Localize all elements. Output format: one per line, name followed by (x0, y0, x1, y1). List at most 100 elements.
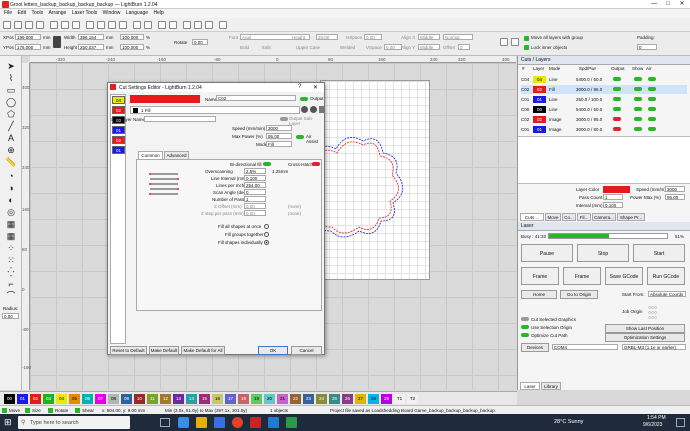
palette-color[interactable]: 15 (199, 394, 210, 404)
speed-input[interactable]: 3000 (266, 125, 292, 131)
air-toggle[interactable] (648, 77, 656, 81)
clock-time[interactable]: 1:54 PM (647, 415, 666, 421)
cancel-button[interactable]: Cancel (291, 346, 322, 355)
boolean-union-icon[interactable]: ◔ (5, 170, 17, 182)
windows-start-icon[interactable]: ⊞ (4, 417, 14, 427)
radius-input[interactable]: 0.00 (2, 313, 19, 319)
cut-icon[interactable] (50, 21, 58, 29)
save-gcode-button[interactable]: Save GCode (605, 267, 643, 285)
tab-common[interactable]: Common (138, 151, 163, 159)
padding-input[interactable]: 0 (637, 44, 657, 50)
output-toggle[interactable] (613, 127, 621, 131)
teams-icon[interactable] (268, 417, 279, 428)
measure-tool-icon[interactable]: 📏 (5, 156, 17, 168)
lockinner-check[interactable] (524, 45, 529, 50)
store-icon[interactable] (214, 417, 225, 428)
snap-icon[interactable] (511, 38, 519, 46)
clock-date[interactable]: 9/6/2023 (643, 422, 662, 428)
scale-x-input[interactable]: 100.000 (120, 34, 144, 40)
text-tool-icon[interactable]: A (5, 132, 17, 144)
maximize-button[interactable]: □ (662, 0, 674, 9)
sublayer-list[interactable]: 1 Fill (130, 106, 300, 114)
show-toggle[interactable] (634, 107, 642, 111)
palette-color[interactable]: 18 (238, 394, 249, 404)
frame-button[interactable]: Frame (521, 267, 559, 285)
taskbar-search-box[interactable]: ⚲ Type here to search (18, 416, 130, 429)
run-gcode-button[interactable]: Run GCode (647, 267, 685, 285)
cut-mode[interactable]: Line (549, 105, 558, 114)
remove-sublayer-icon[interactable] (310, 106, 317, 113)
upper-case-toggle[interactable]: Upper Case (296, 45, 320, 50)
palette-color[interactable]: 23 (303, 394, 314, 404)
port-select[interactable]: COM4 (552, 344, 618, 350)
circular-array-icon[interactable]: ⁘ (5, 242, 17, 254)
cut-mode[interactable]: Image (549, 115, 562, 124)
optimize-path-toggle[interactable] (521, 333, 529, 337)
rotate-check[interactable] (48, 408, 53, 413)
dialog-layer-item[interactable]: 02 (112, 106, 125, 114)
edge-icon[interactable] (178, 417, 189, 428)
palette-color[interactable]: 16 (212, 394, 223, 404)
menu-laser-tools[interactable]: Laser Tools (72, 9, 97, 18)
make-default-all-button[interactable]: Make Default for All (181, 346, 225, 355)
layer-swatch[interactable]: 00 (533, 106, 546, 113)
palette-color[interactable]: 08 (108, 394, 119, 404)
passes-input[interactable]: 1 (244, 196, 266, 202)
flip-icon[interactable] (194, 21, 202, 29)
array-icon[interactable]: ▦ (5, 218, 17, 230)
tab-shape-properties[interactable]: Shape Pr... (617, 213, 645, 221)
grid-array-icon[interactable]: ▦ (5, 230, 17, 242)
show-toggle[interactable] (634, 127, 642, 131)
show-toggle[interactable] (634, 77, 642, 81)
palette-color[interactable]: 26 (342, 394, 353, 404)
dialog-layer-item[interactable]: 02 (112, 136, 125, 144)
tab-cuts[interactable]: Cuts ... (520, 213, 544, 221)
palette-color[interactable]: 01 (17, 394, 28, 404)
bold-toggle[interactable]: Bold (240, 45, 249, 50)
alignx-select[interactable]: Middle (418, 34, 440, 40)
mirror-icon[interactable] (205, 21, 213, 29)
layer-swatch[interactable]: 01 (533, 96, 546, 103)
palette-color[interactable]: 00 (4, 394, 15, 404)
output-toggle[interactable] (613, 87, 621, 91)
palette-color[interactable]: 22 (290, 394, 301, 404)
output-toggle[interactable] (613, 77, 621, 81)
palette-color[interactable]: 29 (381, 394, 392, 404)
palette-color[interactable]: 19 (251, 394, 262, 404)
palette-color[interactable]: 11 (147, 394, 158, 404)
palette-color[interactable]: 04 (56, 394, 67, 404)
zstep-input[interactable]: 0.00 (244, 210, 266, 216)
start-from-select[interactable]: Absolute Coords (648, 291, 686, 297)
palette-color[interactable]: 10 (134, 394, 145, 404)
width-input[interactable]: 396.164 (78, 34, 104, 40)
welded-toggle[interactable]: Welded (340, 45, 355, 50)
menu-window[interactable]: Window (103, 9, 121, 18)
corner-icon[interactable]: ⌐ (5, 278, 17, 290)
task-view-icon[interactable] (160, 418, 170, 427)
cut-selected-toggle[interactable] (521, 317, 529, 321)
palette-color[interactable]: 02 (30, 394, 41, 404)
dialog-layer-item[interactable]: 01 (112, 146, 125, 154)
cuts-row[interactable]: C04 04 Line 5400.0 / 50.0 (521, 75, 687, 84)
cuts-row[interactable]: C01 01 Image 3000.0 / 80.0 (521, 125, 687, 134)
camera-icon[interactable] (133, 21, 141, 29)
layer-swatch[interactable]: 02 (533, 86, 546, 93)
import-icon[interactable] (25, 21, 33, 29)
ok-button[interactable]: OK (258, 346, 288, 355)
layer-color-swatch[interactable] (603, 186, 630, 193)
go-to-origin-button[interactable]: Go to Origin (560, 290, 598, 299)
output-sublayer-toggle[interactable] (280, 117, 288, 121)
move-check[interactable] (2, 408, 7, 413)
layer-swatch[interactable]: 04 (533, 76, 546, 83)
job-origin-picker[interactable]: ○○○ ○○○ ○○○ (648, 306, 674, 321)
start-button[interactable]: Start (633, 244, 685, 262)
rectangle-tool-icon[interactable]: ▭ (5, 84, 17, 96)
output-toggle[interactable] (613, 97, 621, 101)
scan-angle-input[interactable]: 0 (244, 189, 266, 195)
palette-color[interactable]: 06 (82, 394, 93, 404)
aligny-select[interactable]: Middle (418, 44, 440, 50)
stop-button[interactable]: Stop (577, 244, 629, 262)
tab-console[interactable]: Co... (562, 213, 576, 221)
cuts-row[interactable]: C02 02 Image 3000.0 / 95.0 (521, 115, 687, 124)
text-mode-select[interactable]: Normal (443, 34, 473, 40)
